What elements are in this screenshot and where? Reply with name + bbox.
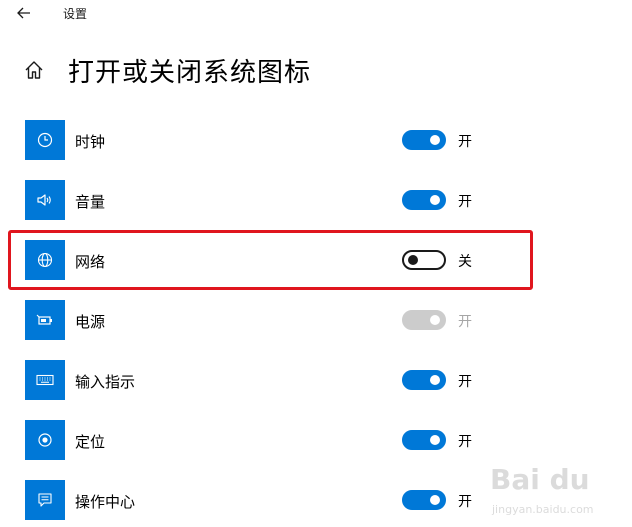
toggle-knob	[430, 315, 440, 325]
volume-tile	[25, 180, 65, 220]
app-title: 设置	[63, 7, 88, 21]
state-text-network: 关	[458, 254, 472, 270]
setting-label-power: 电源	[75, 313, 106, 331]
toggle-volume[interactable]	[402, 190, 446, 210]
setting-label-action-center: 操作中心	[75, 493, 136, 511]
state-text-power: 开	[458, 314, 472, 330]
toggle-location[interactable]	[402, 430, 446, 450]
toggle-knob	[430, 435, 440, 445]
input-tile	[25, 360, 65, 400]
watermark: Bai du jingyan.baidu.com	[478, 455, 628, 525]
action-center-icon	[38, 493, 52, 507]
setting-label-volume: 音量	[75, 193, 106, 211]
arrow-left-icon	[17, 7, 30, 19]
setting-row-volume: 音量 开	[0, 180, 632, 226]
toggle-knob	[430, 495, 440, 505]
watermark-logo: Bai du	[490, 463, 590, 496]
globe-icon	[37, 252, 53, 268]
volume-icon	[37, 194, 51, 206]
battery-icon	[36, 314, 52, 325]
toggle-power	[402, 310, 446, 330]
back-button[interactable]	[12, 2, 36, 24]
toggle-clock[interactable]	[402, 130, 446, 150]
state-text-volume: 开	[458, 194, 472, 210]
setting-label-clock: 时钟	[75, 133, 106, 151]
setting-label-input: 输入指示	[75, 373, 136, 391]
state-text-action-center: 开	[458, 494, 472, 510]
setting-row-input: 输入指示 开	[0, 360, 632, 406]
state-text-clock: 开	[458, 134, 472, 150]
location-tile	[25, 420, 65, 460]
toggle-network[interactable]	[402, 250, 446, 270]
location-icon	[38, 433, 52, 447]
watermark-url: jingyan.baidu.com	[492, 503, 594, 516]
home-button[interactable]	[22, 58, 46, 82]
toggle-knob	[430, 135, 440, 145]
action-center-tile	[25, 480, 65, 520]
home-icon	[25, 61, 43, 79]
toggle-knob	[430, 195, 440, 205]
setting-label-location: 定位	[75, 433, 106, 451]
state-text-location: 开	[458, 434, 472, 450]
setting-row-network: 网络 关	[0, 240, 632, 286]
power-tile	[25, 300, 65, 340]
clock-tile	[25, 120, 65, 160]
keyboard-icon	[36, 374, 54, 386]
toggle-knob	[430, 375, 440, 385]
toggle-action-center[interactable]	[402, 490, 446, 510]
network-tile	[25, 240, 65, 280]
setting-row-power: 电源 开	[0, 300, 632, 346]
page-title: 打开或关闭系统图标	[68, 58, 312, 88]
clock-icon	[37, 132, 53, 148]
setting-label-network: 网络	[75, 253, 106, 271]
setting-row-clock: 时钟 开	[0, 120, 632, 166]
toggle-input[interactable]	[402, 370, 446, 390]
toggle-knob	[408, 255, 418, 265]
state-text-input: 开	[458, 374, 472, 390]
title-bar: 设置	[0, 0, 632, 26]
